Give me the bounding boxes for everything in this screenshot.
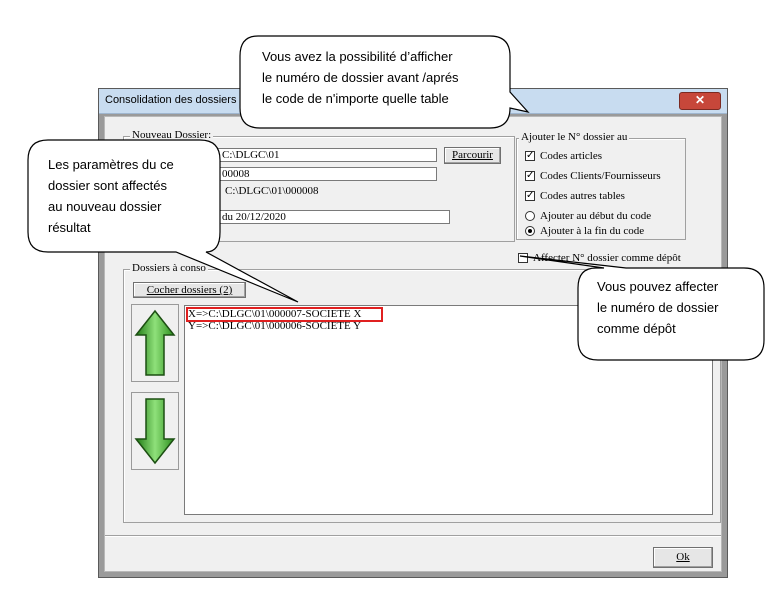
close-icon[interactable]: ✕ [679,92,721,110]
checkbox-affecter-depot[interactable]: Affecter N° dossier comme dépôt [518,252,681,264]
check-icon: ✓ [525,190,535,201]
callout-line: le code de n'importe quelle table [262,91,449,106]
callout-line: Vous avez la possibilité d’afficher [262,49,453,64]
list-item[interactable]: X=>C:\DLGC\01\000007-SOCIETE X [188,308,361,320]
radio-ajouter-fin[interactable]: Ajouter à la fin du code [525,225,644,237]
dialog-client: Nouveau Dossier: C:\DLGC\01 Parcourir 00… [104,116,722,572]
window-title: Consolidation des dossiers [105,94,237,106]
nouveau-dossier-label: Nouveau Dossier: [130,129,214,141]
result-path-text: C:\DLGC\01\000008 [225,185,319,197]
callout-line: le numéro de dossier avant /aprés [262,70,459,85]
cocher-dossiers-label: Cocher dossiers (2) [146,284,233,296]
checkbox-codes-autres[interactable]: ✓ Codes autres tables [525,190,625,202]
ok-button[interactable]: Ok [653,547,713,568]
dossier-number-field[interactable]: 00008 [217,167,437,181]
checkbox-codes-articles[interactable]: ✓ Codes articles [525,150,602,162]
callout-line: résultat [48,220,91,235]
codes-articles-label: Codes articles [540,150,603,162]
top-callout: Vous avez la possibilité d’afficher le n… [262,46,459,109]
affecter-depot-label: Affecter N° dossier comme dépôt [533,252,681,264]
codes-clients-label: Codes Clients/Fournisseurs [540,170,661,182]
ajouter-fin-label: Ajouter à la fin du code [540,225,645,237]
callout-line: Vous pouvez affecter [597,279,719,294]
ajouter-debut-label: Ajouter au début du code [540,210,652,222]
move-up-button[interactable] [131,304,179,382]
checkbox-icon [518,253,528,263]
check-icon: ✓ [525,170,535,181]
bottom-separator [105,535,721,536]
ajouter-label: Ajouter le N° dossier au [519,131,630,143]
check-icon: ✓ [525,150,535,161]
dossier-path-field[interactable]: C:\DLGC\01 [217,148,437,162]
callout-line: dossier sont affectés [48,178,167,193]
arrow-up-icon [134,309,176,376]
radio-selected-icon [525,226,535,236]
left-callout: Les paramètres du ce dossier sont affect… [48,154,174,238]
cocher-dossiers-button[interactable]: Cocher dossiers (2) [133,282,246,298]
ok-label: Ok [676,551,690,563]
callout-line: Les paramètres du ce [48,157,174,172]
move-down-button[interactable] [131,392,179,470]
callout-line: comme dépôt [597,321,676,336]
right-callout: Vous pouvez affecter le numéro de dossie… [597,276,718,339]
dossier-name-field[interactable]: du 20/12/2020 [217,210,450,224]
arrow-down-icon [134,398,176,465]
radio-icon [525,211,535,221]
codes-autres-label: Codes autres tables [540,190,625,202]
callout-line: le numéro de dossier [597,300,719,315]
parcourir-button[interactable]: Parcourir [444,147,501,164]
parcourir-label: Parcourir [452,149,493,161]
list-item[interactable]: Y=>C:\DLGC\01\000006-SOCIETE Y [188,320,361,332]
checkbox-codes-clients[interactable]: ✓ Codes Clients/Fournisseurs [525,170,661,182]
radio-ajouter-debut[interactable]: Ajouter au début du code [525,210,651,222]
dossiers-label: Dossiers à conso [130,262,208,274]
callout-line: au nouveau dossier [48,199,162,214]
